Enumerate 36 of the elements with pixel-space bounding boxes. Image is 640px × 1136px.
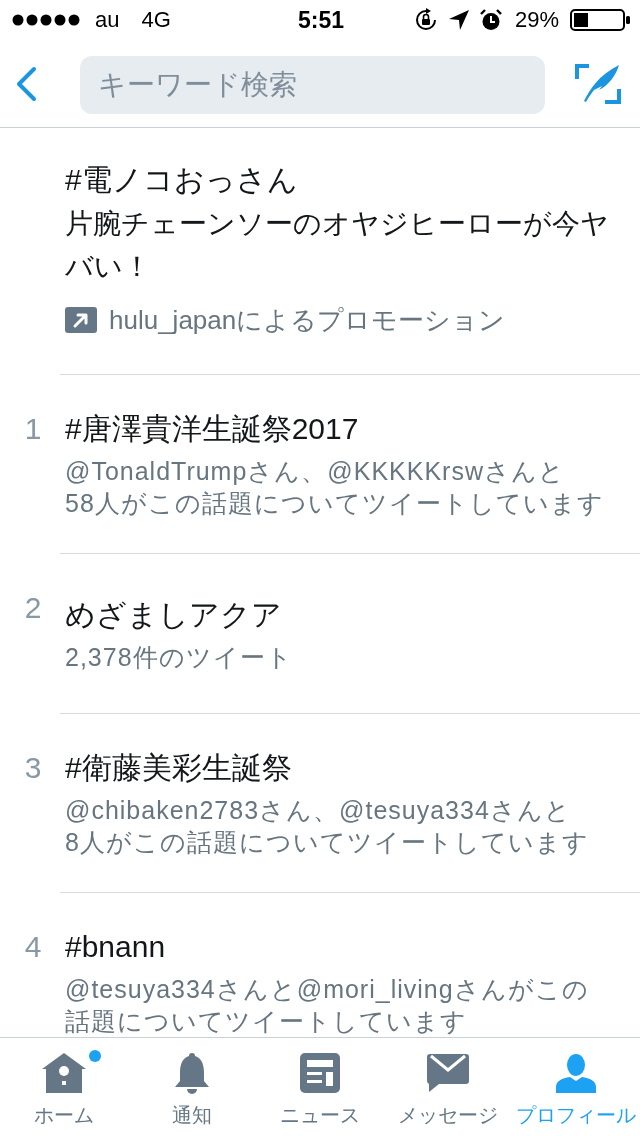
battery-icon — [570, 9, 630, 31]
bell-icon — [172, 1051, 212, 1095]
rotation-lock-icon — [413, 8, 438, 32]
signal-dots-icon — [12, 14, 80, 26]
envelope-icon — [427, 1054, 469, 1092]
search-field[interactable]: キーワード検索 — [80, 55, 545, 114]
tab-bar-item[interactable]: ニュース — [256, 1038, 384, 1136]
promoted-trend-description: 片腕チェーンソーのオヤジヒーローが今ヤバい！ — [65, 207, 610, 284]
trend-rank: 3 — [23, 750, 42, 786]
tab-bar-item[interactable]: メッセージ — [384, 1038, 512, 1136]
trend-title[interactable]: めざましアクア — [65, 594, 282, 635]
person-icon — [556, 1053, 596, 1093]
newspaper-icon — [300, 1053, 340, 1093]
trend-title[interactable]: #bnann — [65, 927, 166, 967]
back-icon[interactable] — [15, 65, 37, 102]
trend-context: 2,378件のツイート — [65, 641, 293, 673]
clock-time: 5:51 — [297, 6, 344, 33]
trend-context: @tesuya334さんと@mori_livingさんがこの話題についてツイートしています — [65, 974, 590, 1037]
location-arrow-icon — [448, 10, 469, 30]
trend-title[interactable]: #衛藤美彩生誕祭 — [65, 748, 292, 788]
trend-context: @chibaken2783さん、@tesuya334さんと 8人がこの話題についてツイートしています — [65, 795, 589, 858]
network-type: 4G — [141, 7, 171, 33]
home-icon — [41, 1052, 87, 1094]
battery-percent: 29% — [514, 7, 559, 33]
carrier-name: au — [95, 7, 120, 33]
trend-rank: 2 — [23, 590, 42, 626]
tab-bar-item[interactable]: ホーム — [0, 1038, 128, 1136]
trend-context: @TonaldTrumpさん、@KKKKKrswさんと 58人がこの話題についてツイートしています — [65, 456, 604, 519]
alarm-clock-icon — [479, 9, 502, 31]
trend-rank: 1 — [23, 411, 42, 447]
promoted-trend-title[interactable]: #電ノコおっさん — [65, 158, 298, 202]
trend-title[interactable]: #唐澤貴洋生誕祭2017 — [65, 409, 359, 449]
promoted-by-text: hulu_japanによるプロモーション — [109, 303, 506, 337]
tab-bar-item[interactable]: 通知 — [128, 1038, 256, 1136]
compose-icon[interactable] — [575, 62, 621, 105]
trend-rank: 4 — [23, 929, 42, 965]
